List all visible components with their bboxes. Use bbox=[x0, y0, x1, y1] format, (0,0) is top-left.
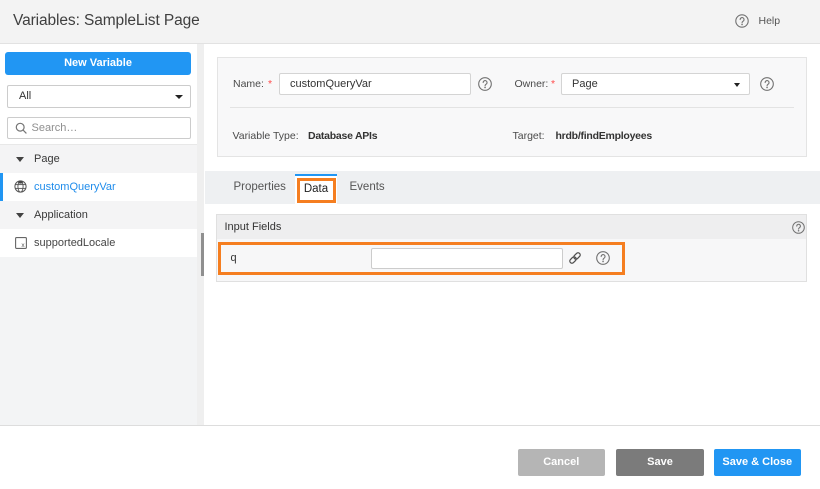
svg-text:x: x bbox=[21, 241, 25, 248]
